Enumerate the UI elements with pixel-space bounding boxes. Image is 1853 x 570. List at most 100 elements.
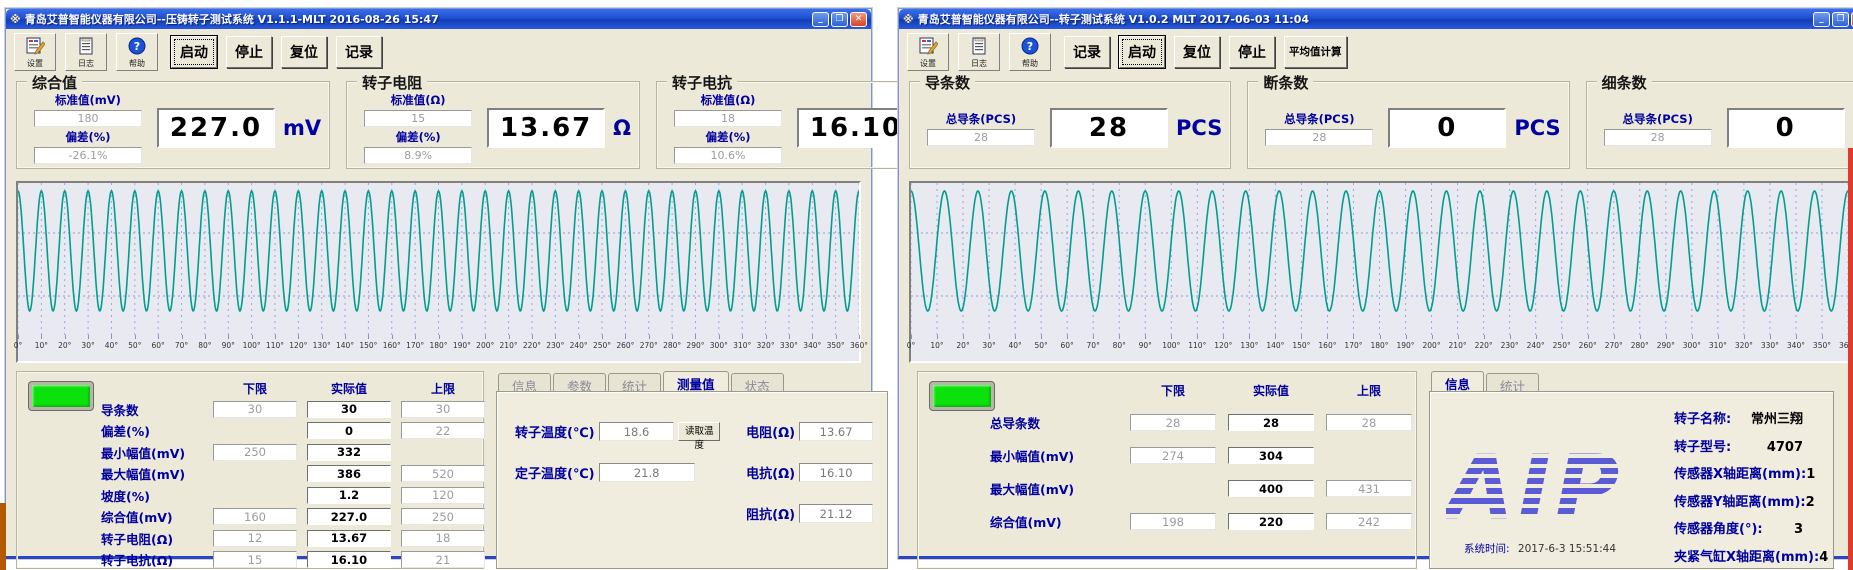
right-waveform-axis: 0°10°20°30°40°50°60°70°80°90°100°110°120… xyxy=(911,335,1848,359)
measure-field-value[interactable]: 21.12 xyxy=(799,504,873,523)
standard-value-field[interactable]: 15 xyxy=(364,110,472,127)
tab-信息[interactable]: 信息 xyxy=(1431,371,1484,391)
close-icon[interactable]: ✕ xyxy=(850,12,867,27)
standard-value-field[interactable]: 18 xyxy=(674,110,782,127)
axis-tick-label: 340° xyxy=(1787,341,1805,350)
minimize-icon[interactable]: _ xyxy=(1813,12,1830,27)
standard-value-field[interactable]: 180 xyxy=(34,110,142,127)
record-button[interactable]: 记录 xyxy=(1064,36,1110,68)
maximize-icon[interactable]: ❐ xyxy=(831,12,848,27)
upper-limit-field[interactable]: 120 xyxy=(401,487,485,504)
lower-limit-field[interactable]: 160 xyxy=(213,508,297,525)
standard-value-field[interactable]: 28 xyxy=(927,129,1035,146)
maximize-icon[interactable]: ❐ xyxy=(1832,12,1849,27)
standard-value-field[interactable]: 28 xyxy=(1604,129,1712,146)
axis-tick-mark xyxy=(649,335,650,339)
measure-field-value[interactable]: 13.67 xyxy=(799,422,873,441)
actual-value-field[interactable]: 400 xyxy=(1228,480,1314,497)
axis-tick-label: 220° xyxy=(523,341,541,350)
axis-tick-label: 10° xyxy=(35,341,48,350)
lower-limit-field[interactable]: 30 xyxy=(213,401,297,418)
deviation-field[interactable]: 10.6% xyxy=(674,147,782,164)
upper-limit-field[interactable]: 431 xyxy=(1326,480,1412,497)
standard-value-field[interactable]: 28 xyxy=(1265,129,1373,146)
left-titlebar[interactable]: ※ 青岛艾普智能仪器有限公司--压铸转子测试系统 V1.1.1-MLT 2016… xyxy=(6,9,871,29)
lower-limit-field[interactable]: 28 xyxy=(1130,414,1216,431)
tab-状态[interactable]: 状态 xyxy=(731,373,784,391)
axis-tick-label: 340° xyxy=(803,341,821,350)
actual-value-field[interactable]: 304 xyxy=(1228,447,1314,464)
measure-field-value[interactable]: 16.10 xyxy=(799,463,873,482)
upper-limit-field[interactable]: 21 xyxy=(401,551,485,568)
empty-cell xyxy=(213,465,297,482)
empty-cell xyxy=(1130,480,1216,497)
axis-tick-label: 160° xyxy=(1318,341,1336,350)
measured-value-display: 0 xyxy=(1727,108,1845,148)
actual-value-field[interactable]: 30 xyxy=(307,401,391,418)
help-button[interactable]: ?帮助 xyxy=(1009,33,1051,71)
read-temperature-button[interactable]: 读取温度 xyxy=(678,422,720,441)
left-window: ※ 青岛艾普智能仪器有限公司--压铸转子测试系统 V1.1.1-MLT 2016… xyxy=(5,8,872,559)
upper-limit-field[interactable]: 250 xyxy=(401,508,485,525)
axis-tick-mark xyxy=(1380,335,1381,339)
left-limits-table: 下限实际值上限导条数303030偏差(%)022最小幅值(mV)250332最大… xyxy=(101,380,477,570)
lower-limit-field[interactable]: 198 xyxy=(1130,513,1216,530)
lower-limit-field[interactable]: 12 xyxy=(213,530,297,547)
start-button[interactable]: 启动 xyxy=(1119,36,1165,68)
actual-value-field[interactable]: 28 xyxy=(1228,414,1314,431)
rotor-temp-field[interactable]: 18.6 xyxy=(599,422,675,441)
upper-limit-field[interactable]: 520 xyxy=(401,465,485,482)
stator-temp-field[interactable]: 21.8 xyxy=(599,463,695,482)
actual-value-field[interactable]: 1.2 xyxy=(307,487,391,504)
actual-value-field[interactable]: 386 xyxy=(307,465,391,482)
deviation-field[interactable]: -26.1% xyxy=(34,147,142,164)
column-header: 实际值 xyxy=(307,380,391,397)
stop-button[interactable]: 停止 xyxy=(1229,36,1275,68)
axis-tick-mark xyxy=(532,335,533,339)
right-titlebar[interactable]: ※ 青岛艾普智能仪器有限公司--转子测试系统 V1.0.2 MLT 2017-0… xyxy=(899,9,1853,29)
standard-value-label: 标准值(Ω) xyxy=(391,92,446,108)
stop-button[interactable]: 停止 xyxy=(226,36,272,68)
tab-测量值[interactable]: 测量值 xyxy=(663,371,729,391)
reset-button[interactable]: 复位 xyxy=(1174,36,1220,68)
upper-limit-field[interactable]: 18 xyxy=(401,530,485,547)
tab-信息[interactable]: 信息 xyxy=(498,373,551,391)
actual-value-field[interactable]: 227.0 xyxy=(307,508,391,525)
upper-limit-field[interactable]: 28 xyxy=(1326,414,1412,431)
help-button[interactable]: ?帮助 xyxy=(116,33,158,71)
lower-limit-field[interactable]: 274 xyxy=(1130,447,1216,464)
log-button[interactable]: 日志 xyxy=(958,33,1000,71)
lower-limit-field[interactable]: 15 xyxy=(213,551,297,568)
actual-value-field[interactable]: 332 xyxy=(307,444,391,461)
standard-value-label: 标准值(Ω) xyxy=(701,92,756,108)
actual-value-field[interactable]: 16.10 xyxy=(307,551,391,568)
settings-button[interactable]: 设置 xyxy=(14,33,56,71)
actual-value-field[interactable]: 13.67 xyxy=(307,530,391,547)
panel-title: 断条数 xyxy=(1258,72,1313,93)
upper-limit-field[interactable]: 30 xyxy=(401,401,485,418)
average-calc-button[interactable]: 平均值计算 xyxy=(1284,36,1347,68)
panel-title: 导条数 xyxy=(920,72,975,93)
measure-field-row: 阻抗(Ω)21.12 xyxy=(746,504,873,523)
settings-button[interactable]: 设置 xyxy=(907,33,949,71)
measured-value-display: 227.0 xyxy=(157,108,275,148)
axis-tick-label: 100° xyxy=(243,341,261,350)
axis-tick-mark xyxy=(41,335,42,339)
record-button[interactable]: 记录 xyxy=(336,36,382,68)
lower-limit-field[interactable]: 250 xyxy=(213,444,297,461)
reset-button[interactable]: 复位 xyxy=(281,36,327,68)
tab-统计[interactable]: 统计 xyxy=(608,373,661,391)
actual-value-field[interactable]: 220 xyxy=(1228,513,1314,530)
standard-value-label: 总导条(PCS) xyxy=(1284,111,1354,127)
tab-统计[interactable]: 统计 xyxy=(1486,373,1539,391)
deviation-field[interactable]: 8.9% xyxy=(364,147,472,164)
minimize-icon[interactable]: _ xyxy=(812,12,829,27)
axis-tick-label: 240° xyxy=(570,341,588,350)
left-waveform-chart xyxy=(18,183,859,335)
tab-参数[interactable]: 参数 xyxy=(553,373,606,391)
actual-value-field[interactable]: 0 xyxy=(307,422,391,439)
upper-limit-field[interactable]: 22 xyxy=(401,422,485,439)
start-button[interactable]: 启动 xyxy=(171,36,217,68)
log-button[interactable]: 日志 xyxy=(65,33,107,71)
upper-limit-field[interactable]: 242 xyxy=(1326,513,1412,530)
